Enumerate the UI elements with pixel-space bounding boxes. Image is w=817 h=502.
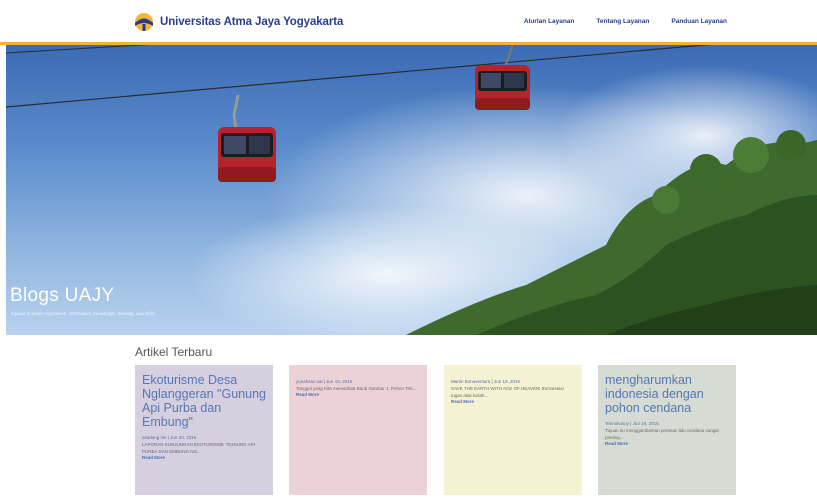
- site-header: Universitas Atma Jaya Yogyakarta Alurlan…: [0, 0, 817, 44]
- read-more-link[interactable]: Read More: [605, 441, 729, 446]
- article-excerpt: Tujuan itu menggambarkan peranan lalu ce…: [605, 428, 719, 440]
- nav-alur-layanan[interactable]: Alurlan Layanan: [524, 18, 575, 25]
- read-more-link[interactable]: Read More: [296, 392, 420, 397]
- article-meta: Martin Bonaventura | Jun 19, 2015: [451, 379, 520, 384]
- nav-panduan-layanan[interactable]: Panduan Layanan: [671, 18, 727, 25]
- article-excerpt: Tanggal yang Kita memanfaat Baral Gambar…: [296, 386, 417, 391]
- article-card[interactable]: mengharumkan indonesia dengan pohon cend…: [598, 365, 736, 495]
- uajy-logo-icon: [135, 13, 153, 31]
- article-meta: asadong mk | Jun 20, 2015: [142, 435, 197, 440]
- hero-photo-cable-cars: [6, 45, 817, 335]
- hero-title: Blogs UAJY: [10, 285, 115, 306]
- read-more-link[interactable]: Read More: [451, 399, 575, 404]
- article-card[interactable]: Martin Bonaventura | Jun 19, 2015 SAVE T…: [444, 365, 582, 495]
- section-title-latest-articles: Artikel Terbaru: [135, 345, 213, 359]
- main-nav: Alurlan Layanan Tentang Layanan Panduan …: [524, 18, 727, 25]
- article-card[interactable]: yunahsari.sal | Jun 19, 2015 Tanggal yan…: [289, 365, 427, 495]
- brand-name: Universitas Atma Jaya Yogyakarta: [160, 16, 344, 28]
- read-more-link[interactable]: Read More: [142, 455, 266, 460]
- article-title[interactable]: mengharumkan indonesia dengan pohon cend…: [605, 373, 729, 415]
- article-excerpt: SAVE THE EARTH WITH ACE OF HEAVEN! Enriv…: [451, 386, 564, 398]
- article-meta: Tennokosoy | Jun 19, 2015: [605, 421, 659, 426]
- brand-logo-link[interactable]: Universitas Atma Jaya Yogyakarta: [134, 12, 343, 32]
- nav-tentang-layanan[interactable]: Tentang Layanan: [596, 18, 649, 25]
- article-excerpt: LAPORAN KUNJUNGAN EKOTURISME "GUNUNG API…: [142, 442, 255, 454]
- article-card[interactable]: Ekoturisme Desa Nglanggeran "Gunung Api …: [135, 365, 273, 495]
- hero-banner: Blogs UAJY a place to share experience, …: [6, 45, 817, 335]
- article-meta: yunahsari.sal | Jun 19, 2015: [296, 379, 353, 384]
- article-title[interactable]: Ekoturisme Desa Nglanggeran "Gunung Api …: [142, 373, 266, 429]
- hero-subtitle: a place to share experience, information…: [11, 311, 155, 316]
